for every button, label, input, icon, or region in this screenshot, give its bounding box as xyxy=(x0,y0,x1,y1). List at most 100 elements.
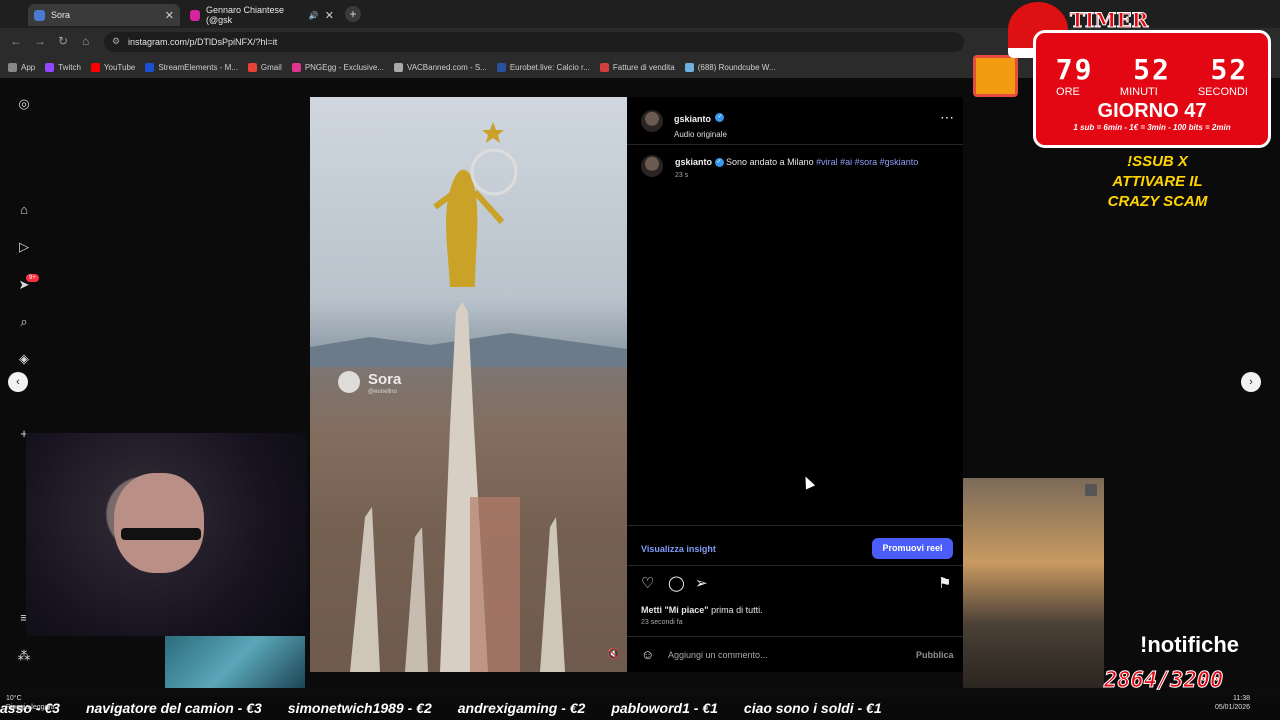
preview-thumbnail[interactable] xyxy=(963,478,1104,688)
caption-hashtags[interactable]: #viral #ai #sora #gskianto xyxy=(816,157,918,167)
day-counter: GIORNO 47 xyxy=(1097,100,1207,122)
timer-minutes: 52 xyxy=(1133,53,1171,86)
forward-icon[interactable]: → xyxy=(34,34,46,48)
close-icon[interactable]: ✕ xyxy=(325,9,334,22)
reel-video[interactable]: Sora @eunellno 🔇 xyxy=(310,97,627,672)
comment-input[interactable]: Aggiungi un commento... xyxy=(668,650,768,660)
weather-text: Pioggia leggera xyxy=(6,704,55,711)
sub-counter: 2864/3200 xyxy=(1103,668,1224,694)
avatar[interactable] xyxy=(641,110,663,132)
reload-icon[interactable]: ↻ xyxy=(58,34,68,48)
bookmark-favicon-icon xyxy=(393,62,403,72)
back-icon[interactable]: ← xyxy=(10,34,22,48)
glasses xyxy=(121,528,201,540)
threads-icon[interactable]: ⁂ xyxy=(16,648,32,664)
instagram-icon[interactable]: ◎ xyxy=(16,96,32,112)
caption-username[interactable]: gskianto xyxy=(675,157,712,167)
bookmark-favicon-icon xyxy=(599,62,609,72)
likes-cta[interactable]: Metti "Mi piace" xyxy=(641,605,709,615)
divider xyxy=(627,525,963,526)
bookmark-item[interactable]: YouTube xyxy=(90,62,136,72)
timer-hours: 79 xyxy=(1055,53,1094,86)
bookmark-favicon-icon xyxy=(247,62,257,72)
caption: gskianto ✓ Sono andato a Milano #viral #… xyxy=(675,156,955,168)
bookmark-item[interactable]: VACBanned.com - S... xyxy=(393,62,487,72)
bookmark-item[interactable]: App xyxy=(8,62,36,72)
search-icon[interactable]: ⌕ xyxy=(16,314,32,330)
speaker-muted-icon[interactable]: 🔇 xyxy=(607,649,619,660)
donation-ticker: asso - €3 navigatore del camion - €3 simon… xyxy=(0,697,1280,720)
audio-link[interactable]: Audio originale xyxy=(674,130,727,139)
divider xyxy=(627,636,963,637)
timer-digits: 79 52 52 xyxy=(1036,53,1268,86)
notifiche-text: !notifiche xyxy=(1140,632,1239,657)
bookmark-item[interactable]: Fatture di vendita xyxy=(599,62,675,72)
hours-label: ORE xyxy=(1056,86,1080,98)
timer-seconds: 52 xyxy=(1210,53,1249,86)
taskbar-clock[interactable]: 11:38 05/01/2026 xyxy=(1215,694,1250,712)
next-post-button[interactable]: › xyxy=(1241,372,1261,392)
bookmark-favicon-icon xyxy=(291,62,301,72)
username[interactable]: gskianto xyxy=(674,114,711,124)
sub-call-text: !SSUB X ATTIVARE IL CRAZY SCAM xyxy=(1107,153,1208,210)
bookmark-label: (688) Roundcube W... xyxy=(697,62,776,72)
publish-button[interactable]: Pubblica xyxy=(916,650,954,660)
caption-time: 23 s xyxy=(675,172,689,179)
url-text: instagram.com/p/DTlDsPpiNFX/?hl=it xyxy=(128,37,278,47)
bookmark-item[interactable]: Twitch xyxy=(45,62,81,72)
more-options-icon[interactable]: ⋯ xyxy=(940,109,954,126)
tab-label: Gennaro Chiantese (@gsk xyxy=(205,5,285,25)
bookmark-label: PNGEgg - Exclusive... xyxy=(304,62,384,72)
speaker-icon[interactable]: 🔊 xyxy=(309,11,319,20)
ticker-item: simonetwich1989 - €2 xyxy=(287,700,432,716)
post-timestamp: 23 secondi fa xyxy=(641,619,683,626)
emoji-icon[interactable]: ☺ xyxy=(641,647,654,662)
insight-link[interactable]: Visualizza insight xyxy=(641,544,716,554)
ticker-item: andrexigaming - €2 xyxy=(457,700,586,716)
close-icon[interactable]: ✕ xyxy=(165,9,174,22)
bookmark-item[interactable]: PNGEgg - Exclusive... xyxy=(291,62,384,72)
avatar[interactable] xyxy=(641,155,663,177)
home-icon[interactable]: ⌂ xyxy=(82,34,89,48)
bookmark-favicon-icon xyxy=(145,62,155,72)
bookmark-label: App xyxy=(21,62,36,72)
divider xyxy=(627,565,963,566)
site-info-icon[interactable]: ⚙ xyxy=(112,36,120,47)
bookmark-item[interactable]: StreamElements - M... xyxy=(145,62,238,72)
clock-time: 11:38 xyxy=(1233,695,1250,702)
home-icon[interactable]: ⌂ xyxy=(16,202,32,218)
bookmark-item[interactable]: Eurobet.live: Calcio r... xyxy=(496,62,590,72)
marathon-timer: 79 52 52 ORE MINUTI SECONDI GIORNO 47 1 … xyxy=(1033,30,1271,148)
sora-favicon-icon xyxy=(34,9,45,21)
verified-icon: ✓ xyxy=(714,158,724,168)
post-panel: gskianto ✓ Audio originale ⋯ gskianto ✓ … xyxy=(627,97,963,672)
save-icon[interactable]: ⚑ xyxy=(938,574,951,592)
bookmark-label: YouTube xyxy=(103,62,136,72)
new-tab-button[interactable]: + xyxy=(345,6,361,22)
caption-text: Sono andato a Milano xyxy=(726,157,814,167)
bookmark-item[interactable]: (688) Roundcube W... xyxy=(684,62,776,72)
ticker-item: ciao sono i soldi - €1 xyxy=(743,700,882,716)
bookmark-item[interactable]: Gmail xyxy=(247,62,282,72)
reels-icon[interactable]: ▷ xyxy=(16,239,32,255)
sora-watermark: Sora xyxy=(368,371,402,388)
timer-labels: ORE MINUTI SECONDI xyxy=(1036,86,1268,98)
url-field[interactable]: ⚙ instagram.com/p/DTlDsPpiNFX/?hl=it xyxy=(104,32,964,52)
comment-icon[interactable]: ◯ xyxy=(668,574,685,592)
instagram-favicon-icon xyxy=(190,9,200,21)
tab-instagram[interactable]: Gennaro Chiantese (@gsk 🔊 ✕ xyxy=(184,4,340,26)
tab-sora[interactable]: Sora ✕ xyxy=(28,4,180,26)
tab-label: Sora xyxy=(51,10,71,20)
bookmark-favicon-icon xyxy=(45,62,55,72)
share-icon[interactable]: ➢ xyxy=(695,574,708,592)
webcam-overlay xyxy=(26,433,307,636)
minutes-label: MINUTI xyxy=(1119,86,1158,98)
weather-widget[interactable]: 10°C Pioggia leggera xyxy=(6,694,55,712)
like-icon[interactable]: ♡ xyxy=(641,574,654,592)
previous-post-button[interactable]: ‹ xyxy=(8,372,28,392)
messages-badge: 9+ xyxy=(26,274,39,282)
bookmark-label: StreamElements - M... xyxy=(158,62,238,72)
explore-icon[interactable]: ◈ xyxy=(16,351,32,367)
promote-reel-button[interactable]: Promuovi reel xyxy=(872,538,953,559)
sora-logo-icon xyxy=(338,371,360,393)
